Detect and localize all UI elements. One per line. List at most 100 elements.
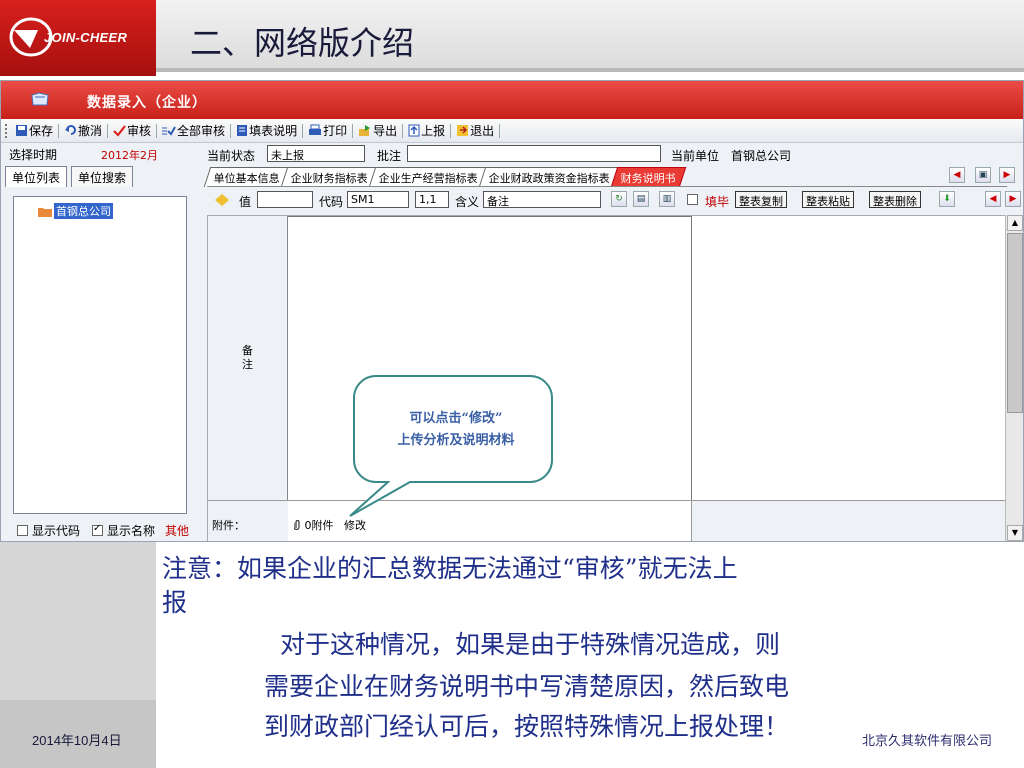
tab-next-button[interactable]: ▶	[999, 167, 1015, 183]
value-label: 值	[239, 195, 252, 209]
tab-unit-search[interactable]: 单位搜索	[71, 166, 134, 187]
note-line-1: 注意：如果企业的汇总数据无法通过“审核”就无法上	[162, 554, 738, 583]
report-tabs: 单位基本信息 企业财务指标表 企业生产经营指标表 企业财政政策资金指标表 财务说…	[203, 167, 687, 187]
vertical-scrollbar[interactable]: ▲ ▼	[1005, 215, 1023, 541]
next-button[interactable]: ▶	[1005, 191, 1021, 207]
cell-position-field[interactable]: 1,1	[415, 191, 449, 208]
toolbar-separator	[450, 123, 452, 138]
unit-tree: 首钢总公司	[13, 196, 187, 514]
scroll-thumb[interactable]	[1007, 233, 1023, 413]
copy-table-button[interactable]: 整表复制	[735, 191, 787, 208]
submit-button[interactable]: 上报	[405, 121, 448, 141]
app-title: 数据录入（企业）	[87, 95, 207, 111]
other-link[interactable]: 其他	[165, 522, 189, 539]
code-label: 代码	[319, 195, 344, 209]
show-code-checkbox[interactable]	[17, 525, 28, 536]
scroll-down-icon[interactable]: ▼	[1007, 525, 1023, 541]
refresh-button[interactable]: ↻	[611, 191, 627, 207]
attachment-count: 0附件	[293, 517, 334, 533]
audit-label: 审核	[127, 124, 152, 138]
comment-field[interactable]	[407, 145, 661, 162]
tab-finance-indicators[interactable]: 企业财务指标表	[280, 167, 379, 187]
statement-sheet: 备注 附件： 0附件 修改	[207, 215, 1008, 541]
fill-instructions-button[interactable]: 填表说明	[233, 121, 300, 141]
tree-item-label: 首钢总公司	[54, 203, 113, 219]
folder-icon	[38, 207, 52, 217]
toolbar-separator	[302, 123, 304, 138]
toolbar-grip[interactable]	[5, 123, 8, 138]
print-label: 打印	[323, 124, 348, 138]
document-icon	[237, 125, 248, 136]
comment-label: 批注	[377, 149, 402, 163]
slide-title: 二、网络版介绍	[190, 24, 415, 62]
meaning-field[interactable]: 备注	[483, 191, 601, 208]
panel-icon: ▤	[636, 194, 646, 204]
folder-icon	[31, 92, 49, 106]
show-name-label: 显示名称	[107, 524, 156, 538]
audit-all-button[interactable]: 全部审核	[159, 121, 228, 141]
title-bar: 二、网络版介绍	[156, 0, 1024, 72]
slide-footer: 北京久其软件有限公司	[861, 734, 992, 749]
download-button[interactable]: ⬇	[939, 191, 955, 207]
printer-icon	[309, 124, 322, 135]
tab-label: 企业财务指标表	[290, 172, 368, 185]
note-line-2: 报	[162, 588, 188, 617]
callout-line-1: 可以点击“修改”	[409, 411, 503, 426]
exit-icon	[457, 125, 469, 136]
window-icon: ▣	[978, 170, 988, 180]
left-panel: 选择时期 2012年2月 单位列表 单位搜索 首钢总公司 显示代码 显示名称 其…	[1, 144, 201, 541]
state-label: 当前状态	[207, 149, 256, 163]
slide-date: 2014年10月4日	[32, 733, 122, 748]
done-checkbox[interactable]	[687, 194, 698, 205]
audit-all-label: 全部审核	[177, 124, 226, 138]
tab-list-button[interactable]: ▣	[975, 167, 991, 183]
submit-label: 上报	[421, 124, 446, 138]
tree-options: 显示代码 显示名称 其他	[17, 522, 189, 539]
tab-policy-fund-indicators[interactable]: 企业财政政策资金指标表	[478, 167, 621, 187]
chart-button[interactable]: ▥	[659, 191, 675, 207]
tree-item[interactable]: 首钢总公司	[38, 203, 113, 219]
tab-production-indicators[interactable]: 企业生产经营指标表	[368, 167, 489, 187]
chevron-left-icon: ◀	[989, 194, 997, 204]
code-field[interactable]: SM1	[347, 191, 409, 208]
paste-table-button[interactable]: 整表粘贴	[802, 191, 854, 208]
fill-instructions-label: 填表说明	[249, 124, 298, 138]
exit-label: 退出	[470, 124, 495, 138]
status-row: 当前状态 未上报 批注 当前单位 首钢总公司	[207, 145, 1017, 165]
exit-button[interactable]: 退出	[453, 121, 497, 141]
check-icon	[113, 125, 126, 137]
undo-icon	[65, 125, 76, 135]
audit-button[interactable]: 审核	[110, 121, 154, 141]
toolbar-separator	[499, 123, 501, 138]
toolbar-separator	[402, 123, 404, 138]
print-button[interactable]: 打印	[305, 121, 350, 141]
tab-prev-button[interactable]: ◀	[949, 167, 965, 183]
prev-button[interactable]: ◀	[985, 191, 1001, 207]
save-label: 保存	[29, 124, 54, 138]
period-selector[interactable]: 2012年2月	[101, 147, 158, 163]
toolbar-separator	[107, 123, 109, 138]
scroll-up-icon[interactable]: ▲	[1007, 215, 1023, 231]
save-button[interactable]: 保存	[12, 121, 56, 141]
panel-button[interactable]: ▤	[633, 191, 649, 207]
tab-financial-statement[interactable]: 财务说明书	[610, 167, 687, 187]
remark-label: 备注	[242, 344, 253, 371]
show-name-checkbox[interactable]	[92, 523, 104, 536]
export-icon	[359, 125, 371, 136]
undo-button[interactable]: 撤消	[61, 121, 105, 141]
tab-unit-basic-info[interactable]: 单位基本信息	[203, 167, 291, 187]
tab-label: 企业财政政策资金指标表	[488, 172, 610, 185]
remark-label-cell: 备注	[208, 216, 288, 500]
logo-text: JOIN-CHEER	[44, 30, 128, 45]
cell-info-row: 值 代码 SM1 1,1 含义 备注 ↻ ▤ ▥ 填毕 整表复制 整表粘贴 整表…	[207, 191, 1023, 211]
refresh-icon: ↻	[615, 194, 623, 204]
tab-unit-list[interactable]: 单位列表	[5, 166, 68, 187]
save-icon	[16, 125, 27, 136]
note-line-3: 对于这种情况，如果是由于特殊情况造成，则	[280, 630, 781, 659]
arrow-down-icon: ⬇	[943, 194, 951, 204]
value-field[interactable]	[257, 191, 313, 208]
toolbar-separator	[156, 123, 158, 138]
undo-label: 撤消	[78, 124, 103, 138]
delete-table-button[interactable]: 整表删除	[869, 191, 921, 208]
export-button[interactable]: 导出	[355, 121, 400, 141]
